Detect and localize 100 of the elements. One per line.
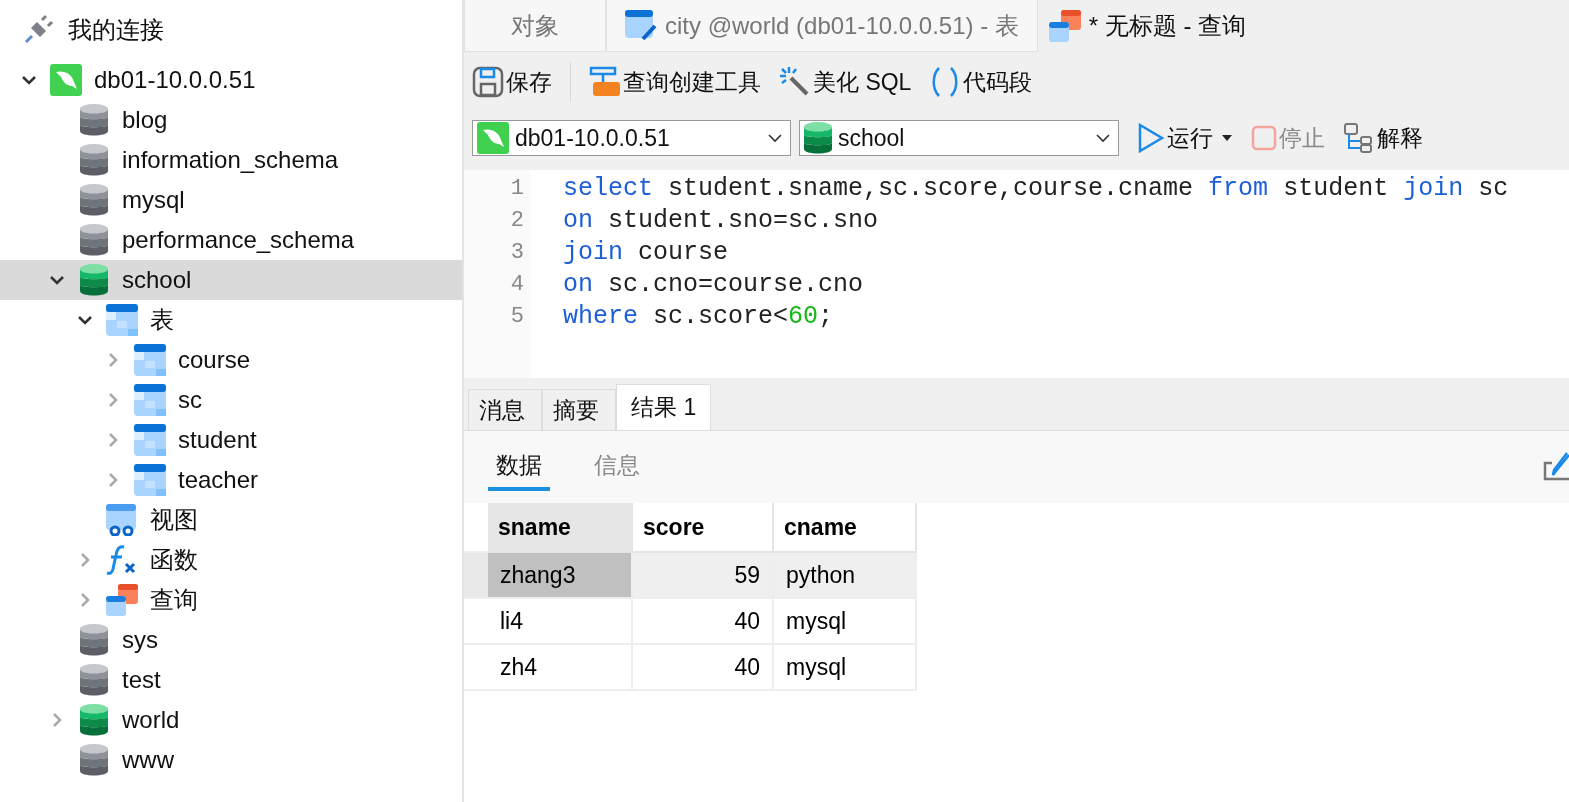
- code-line: select student.sname,sc.score,course.cname from student join sc: [563, 173, 1509, 205]
- tree-item[interactable]: test: [0, 660, 462, 700]
- table-cell: li4: [488, 599, 633, 645]
- tree-item-label: sys: [122, 626, 158, 654]
- database-icon: [80, 744, 108, 776]
- table-icon: [106, 304, 138, 336]
- toolbar-button[interactable]: 查询创建工具: [589, 66, 761, 98]
- tree-item-label: blog: [122, 106, 168, 134]
- database-icon: [80, 104, 108, 136]
- table-cell: mysql: [774, 599, 917, 645]
- database-icon: [804, 122, 832, 154]
- database-icon: [80, 624, 108, 656]
- tree-item[interactable]: blog: [0, 100, 462, 140]
- view-tab[interactable]: 数据: [488, 443, 550, 491]
- tab[interactable]: city @world (db01-10.0.0.51) - 表: [606, 0, 1038, 52]
- table-edit-icon: [625, 9, 657, 42]
- run-button[interactable]: 运行: [1137, 122, 1213, 154]
- toolbar-button[interactable]: 代码段: [929, 66, 1033, 98]
- tree-item[interactable]: world: [0, 700, 462, 740]
- sidebar-title: 我的连接: [68, 15, 164, 45]
- magic-wand-icon: [779, 66, 811, 98]
- toolbar-button[interactable]: 美化 SQL: [779, 66, 912, 98]
- query-icon: [1048, 9, 1081, 42]
- column-header[interactable]: score: [633, 503, 774, 553]
- tree-item[interactable]: 函数: [0, 540, 462, 580]
- database-icon: [80, 144, 108, 176]
- tree-item-label: world: [122, 706, 180, 734]
- table-icon: [134, 464, 166, 496]
- tree-item-label: school: [122, 266, 192, 294]
- result-tab[interactable]: 结果 1: [616, 384, 712, 430]
- table-icon: [134, 424, 166, 456]
- query-icon: [106, 584, 138, 616]
- tab-label: city @world (db01-10.0.0.51) - 表: [665, 10, 1019, 41]
- tree-item-label: teacher: [178, 466, 259, 494]
- code-line: on student.sno=sc.sno: [563, 205, 880, 237]
- function-icon: [106, 544, 138, 576]
- tab-label: * 无标题 - 查询: [1088, 10, 1247, 41]
- play-icon: [1137, 122, 1165, 154]
- tree-item[interactable]: 查询: [0, 580, 462, 620]
- edit-icon[interactable]: [1542, 451, 1569, 483]
- dropdown-caret-icon[interactable]: [1221, 134, 1233, 142]
- tab[interactable]: 对象: [464, 0, 606, 52]
- database-icon: [80, 224, 108, 256]
- tree-item[interactable]: www: [0, 740, 462, 780]
- table-cell: 40: [633, 599, 774, 645]
- tree-item-label: student: [178, 426, 257, 454]
- tree-item[interactable]: sys: [0, 620, 462, 660]
- table-icon: [134, 384, 166, 416]
- connection-select[interactable]: db01-10.0.0.51: [472, 120, 791, 156]
- tree-item[interactable]: information_schema: [0, 140, 462, 180]
- tree-item-label: 视图: [150, 505, 198, 535]
- tree-item[interactable]: student: [0, 420, 462, 460]
- view-icon: [106, 504, 138, 536]
- table-cell: python: [774, 553, 917, 599]
- tab-label: 对象: [511, 10, 559, 41]
- result-tab[interactable]: 摘要: [542, 389, 616, 430]
- table-cell: zh4: [488, 645, 633, 691]
- tree-item[interactable]: school: [0, 260, 462, 300]
- explain-button[interactable]: 解释: [1343, 122, 1423, 154]
- tree-item[interactable]: course: [0, 340, 462, 380]
- table-cell: 40: [633, 645, 774, 691]
- caret-icon: [768, 133, 782, 143]
- database-icon: [80, 704, 108, 736]
- tree-item[interactable]: mysql: [0, 180, 462, 220]
- sql-editor[interactable]: 1 2 3 4 5 select student.sname,sc.score,course.cname from student join sc on student.sno=sc.sno join course on sc.cno=course.cno where sc.score<60;: [464, 170, 1569, 378]
- tree-item-label: mysql: [122, 186, 185, 214]
- tree-item-label: performance_schema: [122, 226, 355, 254]
- database-select[interactable]: school: [799, 120, 1119, 156]
- toolbar-button[interactable]: 保存: [472, 66, 552, 98]
- connection-icon: [477, 122, 509, 154]
- stop-icon: [1251, 125, 1277, 151]
- connection-icon: [50, 64, 82, 96]
- tree-item[interactable]: 表: [0, 300, 462, 340]
- tree-item-label: 查询: [150, 585, 198, 615]
- line-number: 3: [509, 239, 525, 267]
- result-tab[interactable]: 消息: [468, 389, 542, 430]
- tree-item-label: test: [122, 666, 161, 694]
- table-cell: zhang3: [488, 553, 633, 599]
- line-number: 2: [509, 207, 525, 235]
- tree-item-label: sc: [178, 386, 202, 414]
- line-number: 5: [509, 303, 525, 331]
- plug-icon: [22, 14, 54, 46]
- column-header[interactable]: sname: [488, 503, 633, 553]
- tree-item[interactable]: db01-10.0.0.51: [0, 60, 462, 100]
- table-cell: 59: [633, 553, 774, 599]
- tree-item[interactable]: performance_schema: [0, 220, 462, 260]
- tree-item[interactable]: sc: [0, 380, 462, 420]
- caret-icon: [1096, 133, 1110, 143]
- tree-item-label: 表: [150, 305, 174, 335]
- builder-icon: [589, 66, 621, 98]
- tree-item[interactable]: 视图: [0, 500, 462, 540]
- tree-item-label: course: [178, 346, 251, 374]
- code-line: on sc.cno=course.cno: [563, 269, 865, 301]
- line-number: 4: [509, 271, 525, 299]
- column-header[interactable]: cname: [774, 503, 917, 553]
- database-icon: [80, 264, 108, 296]
- tree-item[interactable]: teacher: [0, 460, 462, 500]
- tree-item-label: www: [122, 746, 174, 774]
- code-line: where sc.score<60;: [563, 301, 835, 333]
- tree-diagram-icon: [1343, 122, 1375, 154]
